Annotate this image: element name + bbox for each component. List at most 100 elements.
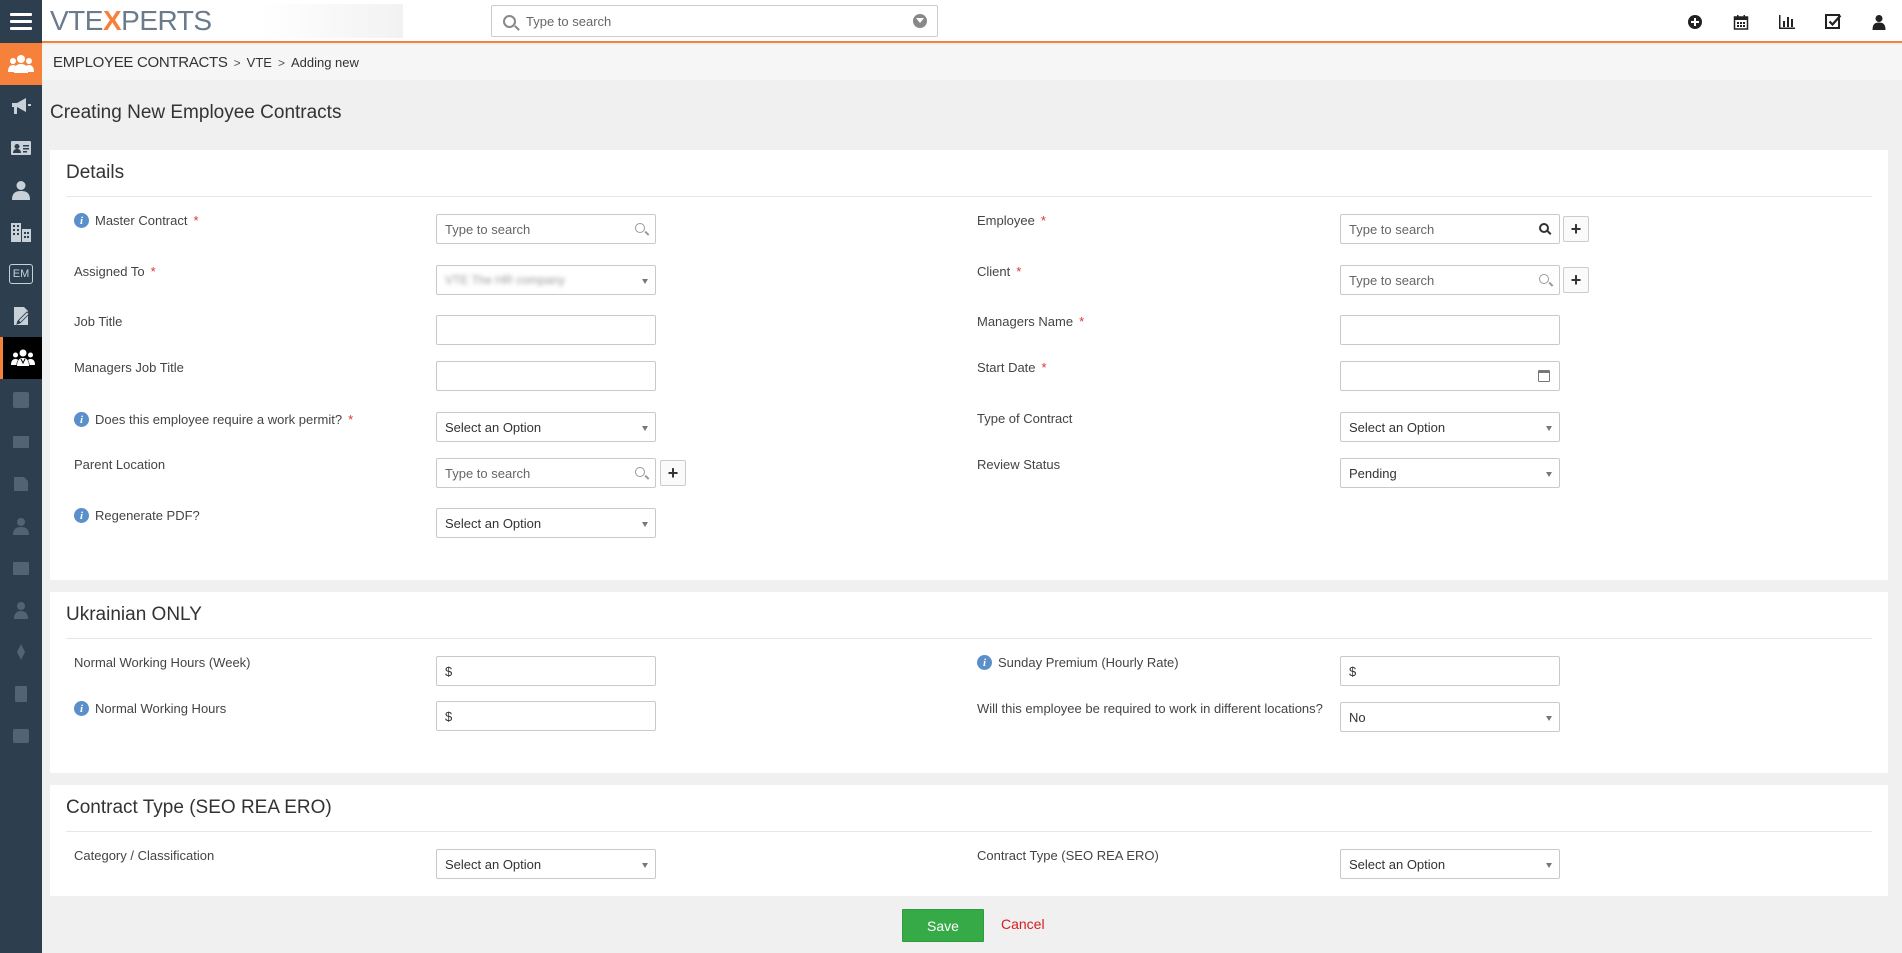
- start-date-input[interactable]: [1340, 361, 1560, 391]
- page-title: Creating New Employee Contracts: [50, 102, 342, 123]
- global-search: [491, 5, 938, 37]
- add-parent-location-button[interactable]: +: [660, 460, 686, 486]
- search-icon[interactable]: [1539, 223, 1549, 233]
- review-status-value: Pending: [1349, 465, 1397, 481]
- ukrainian-block: Ukrainian ONLY Normal Working Hours (Wee…: [50, 592, 1888, 773]
- info-icon[interactable]: i: [74, 213, 89, 228]
- em-icon: EM: [9, 264, 33, 284]
- work-permit-select[interactable]: Select an Option: [436, 412, 656, 442]
- assigned-to-label: Assigned To *: [74, 264, 156, 279]
- contract-type-label: Contract Type (SEO REA ERO): [977, 848, 1159, 863]
- sidebar-item-faded-icon[interactable]: [0, 715, 42, 757]
- normal-hours-input[interactable]: $: [436, 701, 656, 731]
- calendar-icon[interactable]: [1718, 0, 1764, 43]
- breadcrumb-item-vte[interactable]: VTE: [247, 55, 272, 70]
- required-marker: *: [1079, 314, 1085, 329]
- divider: [66, 196, 1872, 197]
- sidebar-item-faded-icon[interactable]: [0, 505, 42, 547]
- job-title-input[interactable]: [436, 315, 656, 345]
- save-button[interactable]: Save: [902, 909, 984, 942]
- sidebar-item-faded-icon[interactable]: [0, 589, 42, 631]
- sidebar-item-person-icon[interactable]: [0, 169, 42, 211]
- chevron-down-icon: [1546, 863, 1552, 868]
- sunday-premium-input[interactable]: $: [1340, 656, 1560, 686]
- managers-name-input[interactable]: [1340, 315, 1560, 345]
- info-icon[interactable]: i: [74, 701, 89, 716]
- sidebar-item-em[interactable]: EM: [0, 253, 42, 295]
- normal-hours-week-input[interactable]: $: [436, 656, 656, 686]
- review-status-label: Review Status: [977, 457, 1060, 472]
- sidebar-item-faded-icon[interactable]: [0, 379, 42, 421]
- sidebar-item-marketing-icon[interactable]: [0, 85, 42, 127]
- contract-type-label-text: Contract Type (SEO REA ERO): [977, 848, 1159, 863]
- managers-name-label-text: Managers Name: [977, 314, 1074, 329]
- sidebar-item-faded-icon[interactable]: [0, 673, 42, 715]
- add-employee-button[interactable]: +: [1563, 216, 1589, 242]
- assigned-to-select[interactable]: VTE The HR company: [436, 265, 656, 295]
- contract-type-select[interactable]: Select an Option: [1340, 849, 1560, 879]
- cancel-link[interactable]: Cancel: [1001, 916, 1045, 932]
- user-icon[interactable]: [1856, 0, 1902, 43]
- search-icon[interactable]: [635, 223, 645, 233]
- add-icon[interactable]: [1672, 0, 1718, 43]
- sidebar-item-documents-icon[interactable]: [0, 295, 42, 337]
- category-label-text: Category / Classification: [74, 848, 215, 863]
- sidebar-item-organization-icon[interactable]: [0, 211, 42, 253]
- type-of-contract-label: Type of Contract: [977, 411, 1072, 426]
- info-icon[interactable]: i: [977, 655, 992, 670]
- normal-hours-week-label-text: Normal Working Hours (Week): [74, 655, 251, 670]
- parent-location-field[interactable]: Type to search: [436, 458, 656, 488]
- breadcrumb-item-adding-new: Adding new: [290, 55, 359, 70]
- sidebar-item-faded-icon[interactable]: [0, 463, 42, 505]
- employee-field[interactable]: Type to search: [1340, 214, 1560, 244]
- breadcrumb-module[interactable]: EMPLOYEE CONTRACTS: [53, 54, 228, 71]
- calendar-icon[interactable]: [1538, 370, 1550, 382]
- employee-placeholder: Type to search: [1349, 221, 1435, 237]
- reports-icon[interactable]: [1764, 0, 1810, 43]
- divider: [66, 638, 1872, 639]
- work-permit-label: i Does this employee require a work perm…: [74, 412, 353, 427]
- chevron-down-icon: [642, 863, 648, 868]
- sunday-premium-label: i Sunday Premium (Hourly Rate): [977, 655, 1179, 670]
- assigned-to-value: VTE The HR company: [445, 273, 565, 287]
- employee-label: Employee *: [977, 213, 1046, 228]
- global-search-input[interactable]: [526, 13, 906, 29]
- category-value: Select an Option: [445, 856, 542, 872]
- job-title-label-text: Job Title: [74, 314, 123, 329]
- add-client-button[interactable]: +: [1563, 267, 1589, 293]
- breadcrumb: EMPLOYEE CONTRACTS > VTE > Adding new: [42, 45, 1902, 80]
- assigned-to-label-text: Assigned To: [74, 264, 145, 279]
- hamburger-menu-icon[interactable]: [0, 0, 42, 43]
- regenerate-pdf-select[interactable]: Select an Option: [436, 508, 656, 538]
- sidebar-item-faded-icon[interactable]: [0, 631, 42, 673]
- chevron-down-icon: [1546, 716, 1552, 721]
- search-options-icon[interactable]: [913, 14, 927, 28]
- contract-type-block-title: Contract Type (SEO REA ERO): [66, 797, 332, 818]
- master-contract-field[interactable]: Type to search: [436, 214, 656, 244]
- search-icon[interactable]: [1539, 274, 1549, 284]
- logo-x: X: [102, 5, 122, 36]
- normal-hours-week-label: Normal Working Hours (Week): [74, 655, 251, 670]
- managers-name-label: Managers Name *: [977, 314, 1084, 329]
- search-icon[interactable]: [635, 467, 645, 477]
- normal-hours-label: i Normal Working Hours: [74, 701, 226, 716]
- tasks-icon[interactable]: [1810, 0, 1856, 43]
- sidebar-item-employee-contracts-icon[interactable]: [0, 337, 42, 379]
- different-locations-label: Will this employee be required to work i…: [977, 701, 1323, 716]
- sidebar-item-contacts-card-icon[interactable]: [0, 127, 42, 169]
- info-icon[interactable]: i: [74, 508, 89, 523]
- sidebar-item-faded-icon[interactable]: [0, 547, 42, 589]
- review-status-select[interactable]: Pending: [1340, 458, 1560, 488]
- client-field[interactable]: Type to search: [1340, 265, 1560, 295]
- sidebar-item-hr-icon[interactable]: [0, 43, 42, 85]
- managers-job-title-input[interactable]: [436, 361, 656, 391]
- different-locations-select[interactable]: No: [1340, 702, 1560, 732]
- logo[interactable]: VTEXPERTS: [48, 4, 403, 38]
- category-select[interactable]: Select an Option: [436, 849, 656, 879]
- managers-job-title-label: Managers Job Title: [74, 360, 184, 375]
- sidebar: EM: [0, 43, 42, 953]
- type-of-contract-select[interactable]: Select an Option: [1340, 412, 1560, 442]
- sidebar-item-faded-icon[interactable]: [0, 421, 42, 463]
- client-label: Client *: [977, 264, 1021, 279]
- info-icon[interactable]: i: [74, 412, 89, 427]
